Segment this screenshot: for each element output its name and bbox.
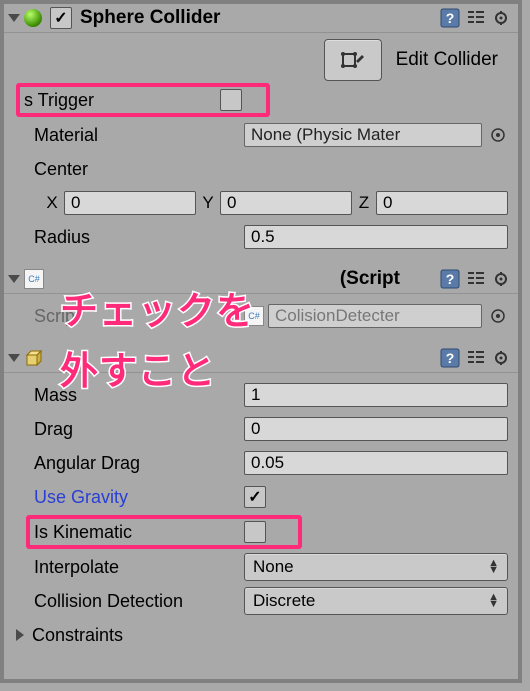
script-component-header: C# x (Script ? (4, 265, 518, 294)
y-label: Y (200, 193, 216, 213)
foldout-toggle[interactable] (8, 275, 20, 283)
is-trigger-highlight: s Trigger (16, 83, 270, 117)
drag-label: Drag (34, 419, 244, 440)
object-picker-icon[interactable] (488, 125, 508, 145)
is-trigger-label: s Trigger (24, 90, 220, 111)
is-kinematic-highlight: Is Kinematic (26, 515, 302, 549)
mass-input[interactable] (244, 383, 508, 407)
foldout-toggle[interactable] (8, 354, 20, 362)
svg-text:?: ? (446, 271, 455, 287)
interpolate-value: None (253, 557, 294, 577)
help-icon[interactable]: ? (440, 348, 460, 368)
component-enable-checkbox[interactable] (50, 7, 72, 29)
sphere-collider-header: Sphere Collider ? (4, 4, 518, 33)
center-z-input[interactable] (376, 191, 508, 215)
preset-icon[interactable] (466, 348, 486, 368)
radius-label: Radius (34, 227, 244, 248)
center-x-input[interactable] (64, 191, 196, 215)
use-gravity-checkbox[interactable] (244, 486, 266, 508)
object-picker-icon[interactable] (488, 306, 508, 326)
rigidbody-header: x ? (4, 344, 518, 373)
use-gravity-label: Use Gravity (34, 487, 244, 508)
material-label: Material (34, 125, 244, 146)
radius-input[interactable] (244, 225, 508, 249)
preset-icon[interactable] (466, 269, 486, 289)
csharp-script-icon: C# (244, 306, 264, 326)
csharp-script-icon: C# (24, 269, 44, 289)
is-kinematic-checkbox[interactable] (244, 521, 266, 543)
center-y-input[interactable] (220, 191, 352, 215)
is-kinematic-label: Is Kinematic (34, 522, 244, 543)
script-label: Script (34, 306, 244, 327)
gear-icon[interactable] (492, 348, 512, 368)
z-label: Z (356, 193, 372, 213)
foldout-toggle[interactable] (8, 14, 20, 22)
edit-collider-button[interactable] (324, 39, 382, 81)
help-icon[interactable]: ? (440, 269, 460, 289)
gear-icon[interactable] (492, 269, 512, 289)
svg-text:?: ? (446, 350, 455, 366)
x-label: X (44, 193, 60, 213)
mass-label: Mass (34, 385, 244, 406)
collision-detection-label: Collision Detection (34, 591, 244, 612)
center-label: Center (34, 159, 244, 180)
svg-text:?: ? (446, 10, 455, 26)
gear-icon[interactable] (492, 8, 512, 28)
angular-drag-label: Angular Drag (34, 453, 244, 474)
drag-input[interactable] (244, 417, 508, 441)
constraints-label: Constraints (32, 625, 123, 646)
is-trigger-checkbox[interactable] (220, 89, 242, 111)
angular-drag-input[interactable] (244, 451, 508, 475)
rigidbody-icon (24, 349, 42, 367)
dropdown-arrows-icon: ▲▼ (488, 594, 499, 608)
component-title: Sphere Collider (80, 7, 440, 29)
edit-collider-label: Edit Collider (396, 49, 498, 71)
sphere-collider-icon (24, 9, 42, 27)
collision-detection-dropdown[interactable]: Discrete ▲▼ (244, 587, 508, 615)
script-field[interactable] (268, 304, 482, 328)
interpolate-dropdown[interactable]: None ▲▼ (244, 553, 508, 581)
script-title-suffix: (Script (340, 268, 400, 290)
dropdown-arrows-icon: ▲▼ (488, 560, 499, 574)
collision-detection-value: Discrete (253, 591, 315, 611)
material-field[interactable] (244, 123, 482, 147)
interpolate-label: Interpolate (34, 557, 244, 578)
preset-icon[interactable] (466, 8, 486, 28)
constraints-foldout[interactable] (16, 629, 24, 641)
help-icon[interactable]: ? (440, 8, 460, 28)
